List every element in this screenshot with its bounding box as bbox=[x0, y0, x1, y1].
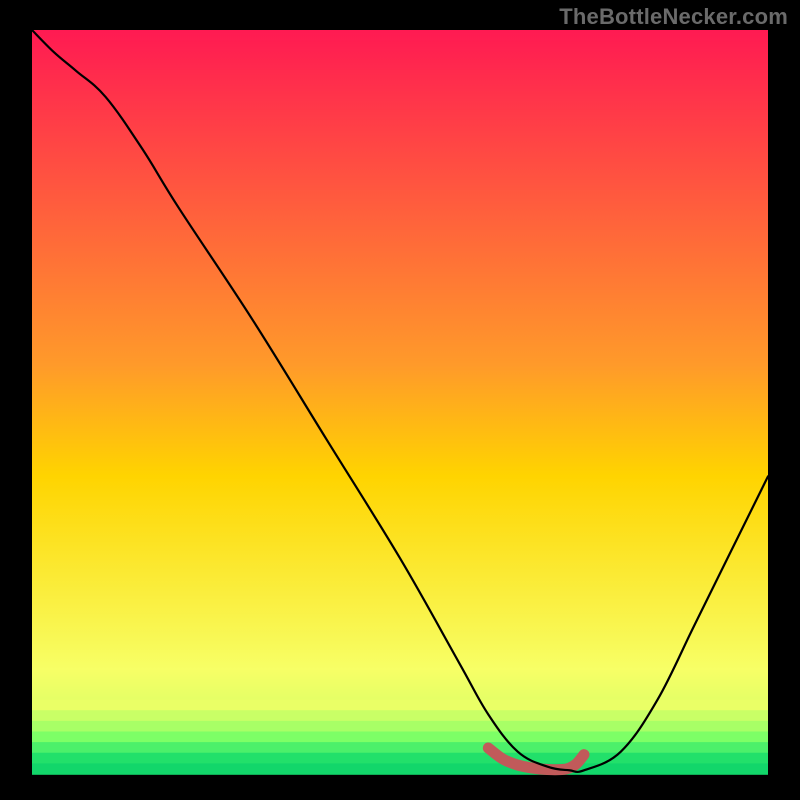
plot-background bbox=[32, 30, 768, 774]
chart-container: TheBottleNecker.com bbox=[0, 0, 800, 800]
bottom-banding bbox=[32, 700, 768, 775]
bottleneck-chart bbox=[0, 0, 800, 800]
watermark-text: TheBottleNecker.com bbox=[559, 4, 788, 30]
